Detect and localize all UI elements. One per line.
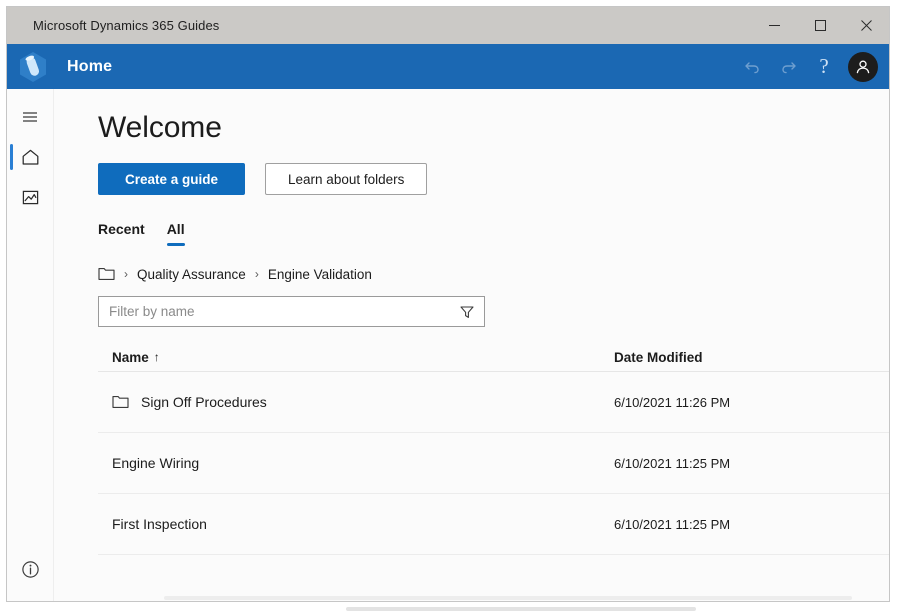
close-icon — [861, 20, 872, 31]
breadcrumb-separator: › — [255, 268, 259, 280]
column-header-name[interactable]: Name ↑ — [98, 350, 614, 365]
redo-button[interactable] — [771, 50, 805, 84]
breadcrumb-separator: › — [124, 268, 128, 280]
folder-icon — [98, 267, 115, 281]
undo-icon — [743, 57, 762, 76]
sidebar-item-info[interactable] — [9, 549, 51, 589]
help-button[interactable]: ? — [807, 50, 841, 84]
scrollbar-thumb[interactable] — [346, 607, 696, 611]
row-name-cell: Engine Wiring — [98, 455, 614, 471]
body-area: Welcome Create a guide Learn about folde… — [7, 89, 889, 601]
help-icon: ? — [819, 56, 828, 77]
row-name-cell: First Inspection — [98, 516, 614, 532]
filter-box — [98, 296, 485, 327]
main-content: Welcome Create a guide Learn about folde… — [54, 89, 889, 601]
column-header-date-modified[interactable]: Date Modified — [614, 350, 889, 365]
sidebar-item-analytics[interactable] — [9, 177, 51, 217]
table-row[interactable]: Sign Off Procedures 6/10/2021 11:26 PM — [98, 372, 889, 433]
scrollbar-thumb[interactable] — [164, 596, 852, 600]
tab-recent[interactable]: Recent — [98, 221, 145, 246]
info-circle-icon — [20, 559, 41, 580]
minimize-icon — [769, 20, 780, 31]
hamburger-menu-icon — [20, 107, 40, 127]
table-row[interactable]: Engine Wiring 6/10/2021 11:25 PM — [98, 433, 889, 494]
sidebar-item-home[interactable] — [9, 137, 51, 177]
content-tabs: Recent All — [98, 221, 889, 246]
table-row[interactable]: First Inspection 6/10/2021 11:25 PM — [98, 494, 889, 555]
row-name-label: Sign Off Procedures — [141, 394, 267, 410]
filter-button[interactable] — [450, 297, 484, 326]
column-header-name-label: Name — [112, 350, 149, 365]
app-window: Microsoft Dynamics 365 Guides — [6, 6, 890, 602]
row-date-cell: 6/10/2021 11:25 PM — [614, 456, 889, 471]
maximize-button[interactable] — [797, 7, 843, 44]
app-bar-actions: ? — [735, 44, 881, 89]
sidebar-item-menu[interactable] — [9, 97, 51, 137]
window-title: Microsoft Dynamics 365 Guides — [33, 18, 219, 33]
table-header-row: Name ↑ Date Modified — [98, 343, 889, 372]
sort-ascending-icon: ↑ — [154, 350, 160, 364]
row-name-label: Engine Wiring — [112, 455, 199, 471]
row-name-label: First Inspection — [112, 516, 207, 532]
undo-button[interactable] — [735, 50, 769, 84]
home-icon — [20, 147, 41, 168]
page-title: Welcome — [98, 111, 889, 145]
action-button-row: Create a guide Learn about folders — [98, 163, 889, 195]
breadcrumb-root[interactable] — [98, 267, 115, 281]
tab-all[interactable]: All — [167, 221, 185, 246]
column-header-date-label: Date Modified — [614, 350, 703, 365]
avatar[interactable] — [848, 52, 878, 82]
app-bar-title: Home — [67, 58, 112, 76]
row-date-cell: 6/10/2021 11:26 PM — [614, 395, 889, 410]
filter-funnel-icon — [459, 304, 475, 320]
create-guide-button[interactable]: Create a guide — [98, 163, 245, 195]
folder-icon — [112, 395, 129, 409]
files-table: Name ↑ Date Modified Sign Of — [98, 343, 889, 555]
redo-icon — [779, 57, 798, 76]
window-horizontal-scrollbar[interactable] — [6, 606, 892, 612]
breadcrumb-item-engine-validation[interactable]: Engine Validation — [268, 267, 372, 282]
app-bar: Home ? — [7, 44, 889, 89]
maximize-icon — [815, 20, 826, 31]
content-horizontal-scrollbar[interactable] — [54, 595, 889, 601]
window-controls — [751, 7, 889, 44]
row-date-cell: 6/10/2021 11:25 PM — [614, 517, 889, 532]
minimize-button[interactable] — [751, 7, 797, 44]
image-chart-icon — [20, 187, 41, 208]
close-button[interactable] — [843, 7, 889, 44]
dynamics-guides-logo-icon — [12, 46, 54, 88]
breadcrumb-item-quality-assurance[interactable]: Quality Assurance — [137, 267, 246, 282]
user-avatar-icon — [854, 58, 872, 76]
breadcrumb: › Quality Assurance › Engine Validation — [98, 264, 889, 284]
sidebar-rail — [7, 89, 54, 601]
row-name-cell: Sign Off Procedures — [98, 394, 614, 410]
title-bar: Microsoft Dynamics 365 Guides — [7, 7, 889, 44]
filter-input[interactable] — [99, 297, 450, 326]
learn-about-folders-button[interactable]: Learn about folders — [265, 163, 427, 195]
